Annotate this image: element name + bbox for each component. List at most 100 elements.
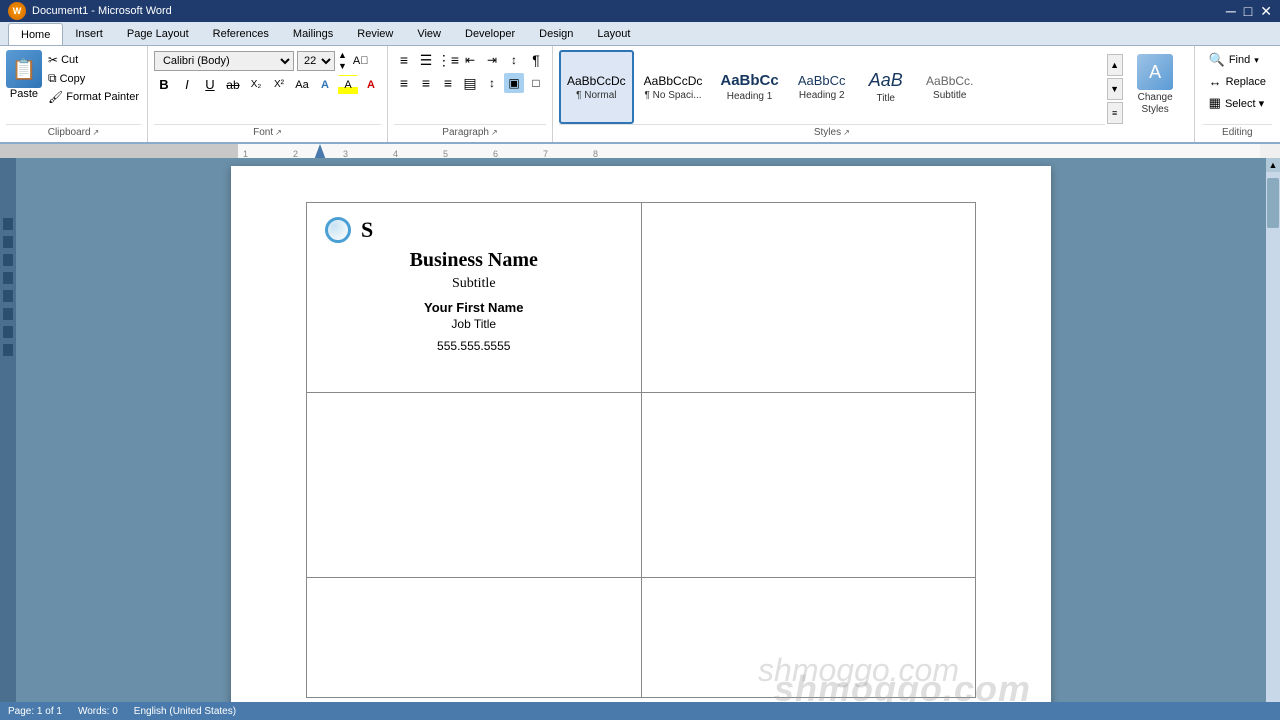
document-page[interactable]: S Business Name Subtitle Your First Name… (231, 166, 1051, 720)
styles-scroll-up[interactable]: ▲ (1107, 54, 1123, 76)
language: English (United States) (134, 706, 236, 717)
paragraph-group-label[interactable]: Paragraph ↗ (394, 124, 546, 138)
tab-insert[interactable]: Insert (63, 23, 115, 45)
replace-button[interactable]: ↔ Replace (1203, 72, 1272, 91)
title-bar: W Document1 - Microsoft Word ─ □ ✕ (0, 0, 1280, 22)
card-phone: 555.555.5555 (325, 339, 623, 353)
minimize-button[interactable]: ─ (1226, 3, 1236, 20)
main-area: S Business Name Subtitle Your First Name… (0, 158, 1280, 720)
font-expand-icon: ↗ (275, 128, 282, 137)
format-painter-button[interactable]: 🖌 Format Painter (46, 89, 141, 105)
superscript-button[interactable]: X² (269, 75, 289, 95)
style-subtitle-name: Subtitle (933, 90, 966, 101)
find-button[interactable]: 🔍 Find ▾ (1203, 50, 1272, 70)
align-right-button[interactable]: ≡ (438, 73, 458, 93)
font-family-select[interactable]: Calibri (Body) (154, 51, 294, 71)
ribbon: 📋 Paste ✂ Cut ⧉ Copy 🖌 Format Painter C (0, 46, 1280, 144)
styles-more-button[interactable]: ≡ (1107, 102, 1123, 124)
change-styles-label: ChangeStyles (1138, 92, 1173, 116)
card-bot-left (307, 578, 642, 698)
sidebar-marker-2[interactable] (3, 236, 13, 248)
maximize-button[interactable]: □ (1244, 3, 1252, 20)
copy-icon: ⧉ (48, 71, 57, 86)
text-effects-button[interactable]: A (315, 75, 335, 95)
tab-design[interactable]: Design (527, 23, 585, 45)
strikethrough-button[interactable]: ab (223, 75, 243, 95)
justify-button[interactable]: ▤ (460, 73, 480, 93)
style-title-preview: AaB (869, 70, 903, 91)
styles-group-label[interactable]: Styles ↗ (559, 124, 1105, 138)
decrease-indent-button[interactable]: ⇤ (460, 50, 480, 70)
font-size-increase[interactable]: ▲ (338, 50, 347, 61)
text-highlight-button[interactable]: A (338, 75, 358, 95)
ribbon-tabs: Home Insert Page Layout References Maili… (0, 22, 1280, 46)
tab-mailings[interactable]: Mailings (281, 23, 345, 45)
tab-layout[interactable]: Layout (585, 23, 642, 45)
tab-references[interactable]: References (201, 23, 281, 45)
numbering-button[interactable]: ☰ (416, 50, 436, 70)
paste-label: Paste (10, 88, 38, 100)
app-logo: W (8, 2, 26, 20)
line-spacing-button[interactable]: ↕ (482, 73, 502, 93)
style-heading1-name: Heading 1 (727, 91, 773, 102)
tab-home[interactable]: Home (8, 23, 63, 45)
copy-button[interactable]: ⧉ Copy (46, 70, 141, 87)
style-subtitle[interactable]: AaBbCc. Subtitle (917, 50, 983, 124)
increase-indent-button[interactable]: ⇥ (482, 50, 502, 70)
tab-page-layout[interactable]: Page Layout (115, 23, 201, 45)
style-heading2[interactable]: AaBbCc Heading 2 (789, 50, 855, 124)
font-size-decrease[interactable]: ▼ (338, 61, 347, 72)
change-styles-button[interactable]: A ChangeStyles (1123, 50, 1188, 120)
font-color-button[interactable]: A (361, 75, 381, 95)
cut-button[interactable]: ✂ Cut (46, 52, 141, 68)
style-heading1[interactable]: AaBbCc Heading 1 (712, 50, 786, 124)
change-case-button[interactable]: Aa (292, 75, 312, 95)
card-s-letter: S (361, 217, 373, 243)
style-title-name: Title (876, 93, 895, 104)
sidebar-marker-4[interactable] (3, 272, 13, 284)
tab-review[interactable]: Review (345, 23, 405, 45)
style-normal[interactable]: AaBbCcDc ¶ Normal (559, 50, 634, 124)
shading-button[interactable]: ▣ (504, 73, 524, 93)
card-top-right (641, 203, 976, 393)
sidebar-marker-7[interactable] (3, 326, 13, 338)
subscript-button[interactable]: X₂ (246, 75, 266, 95)
clipboard-label[interactable]: Clipboard ↗ (6, 124, 141, 138)
center-button[interactable]: ≡ (416, 73, 436, 93)
card-your-name: Your First Name (325, 300, 623, 315)
change-styles-icon: A (1137, 54, 1173, 90)
sidebar-marker-1[interactable] (3, 218, 13, 230)
scrollbar-track[interactable]: ▲ ▼ (1266, 158, 1280, 720)
multilevel-list-button[interactable]: ⋮≡ (438, 50, 458, 70)
italic-button[interactable]: I (177, 75, 197, 95)
align-left-button[interactable]: ≡ (394, 73, 414, 93)
tab-view[interactable]: View (405, 23, 453, 45)
scroll-up-button[interactable]: ▲ (1266, 158, 1280, 172)
clear-formatting-button[interactable]: A⃝ (350, 53, 372, 69)
show-hide-button[interactable]: ¶ (526, 50, 546, 70)
styles-scroll-down[interactable]: ▼ (1107, 78, 1123, 100)
style-normal-name: ¶ Normal (576, 90, 616, 101)
underline-button[interactable]: U (200, 75, 220, 95)
card-job-title: Job Title (325, 317, 623, 331)
close-button[interactable]: ✕ (1260, 3, 1272, 20)
bullets-button[interactable]: ≡ (394, 50, 414, 70)
paragraph-expand-icon: ↗ (491, 128, 498, 137)
sidebar-marker-5[interactable] (3, 290, 13, 302)
style-no-spacing[interactable]: AaBbCcDc ¶ No Spaci... (636, 50, 711, 124)
sidebar-marker-3[interactable] (3, 254, 13, 266)
format-painter-label: Format Painter (66, 91, 139, 103)
sidebar-marker-8[interactable] (3, 344, 13, 356)
sort-button[interactable]: ↕ (504, 50, 524, 70)
borders-button[interactable]: □ (526, 73, 546, 93)
bold-button[interactable]: B (154, 75, 174, 95)
sidebar-marker-6[interactable] (3, 308, 13, 320)
select-button[interactable]: ▦ Select ▾ (1203, 93, 1272, 113)
style-title[interactable]: AaB Title (857, 50, 915, 124)
scrollbar-thumb[interactable] (1267, 178, 1279, 228)
replace-icon: ↔ (1209, 74, 1222, 89)
tab-developer[interactable]: Developer (453, 23, 527, 45)
paste-button[interactable]: 📋 Paste (6, 50, 42, 100)
font-size-select[interactable]: 22 (297, 51, 335, 71)
font-group-label[interactable]: Font ↗ (154, 124, 381, 138)
